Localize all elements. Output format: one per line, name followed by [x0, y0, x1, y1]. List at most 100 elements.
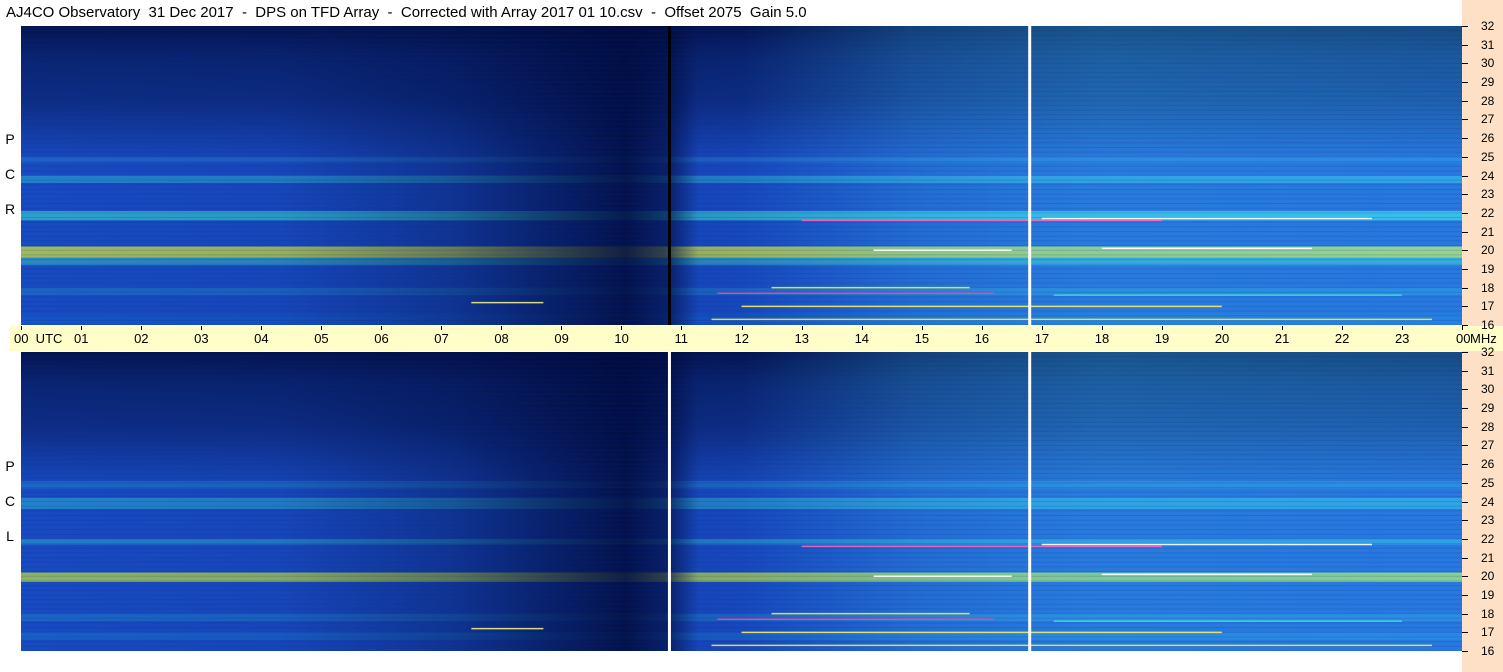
time-tick-mark [921, 326, 923, 330]
time-tick-label: 00 [1456, 331, 1471, 346]
time-tick-mark [1401, 326, 1403, 330]
frequency-tick-mark [1462, 138, 1468, 140]
time-tick-label: 02 [134, 331, 149, 346]
time-tick-label: 06 [374, 331, 389, 346]
frequency-tick-label: 30 [1481, 382, 1495, 397]
time-tick-label: 16 [974, 331, 990, 346]
frequency-tick-label: 29 [1481, 401, 1495, 416]
frequency-tick-mark [1462, 651, 1468, 652]
frequency-tick-mark [1462, 594, 1468, 596]
time-tick-label: 22 [1334, 331, 1350, 346]
time-tick-mark [741, 326, 743, 330]
time-tick-label: 03 [194, 331, 209, 346]
time-tick-mark [261, 326, 263, 330]
time-tick-mark [381, 326, 383, 330]
rcp-spectrogram-svg [21, 26, 1462, 325]
frequency-tick-mark [1462, 389, 1468, 391]
frequency-tick-label: 25 [1481, 475, 1495, 490]
polarization-letter: P [5, 458, 15, 474]
frequency-tick-label: 18 [1481, 606, 1495, 621]
time-tick-label: 12 [734, 331, 749, 346]
frequency-tick-mark [1462, 287, 1468, 289]
polarization-letter: R [4, 201, 16, 217]
frequency-tick-label: 32 [1481, 19, 1495, 33]
time-tick-label: 13 [794, 331, 809, 346]
frequency-tick-mark [1462, 268, 1468, 270]
frequency-tick-mark [1462, 44, 1468, 46]
time-tick-mark [561, 326, 563, 330]
chart-title: AJ4CO Observatory 31 Dec 2017 - DPS on T… [6, 4, 807, 21]
frequency-tick-label: 20 [1481, 569, 1495, 584]
frequency-tick-mark [1462, 464, 1468, 466]
time-tick-label: 11 [674, 331, 688, 346]
frequency-tick-label: 17 [1481, 625, 1495, 640]
time-tick-mark [1101, 326, 1103, 330]
time-tick-label: 17 [1034, 331, 1050, 346]
frequency-tick-label: 27 [1481, 112, 1495, 127]
frequency-tick-mark [1462, 632, 1468, 634]
time-tick-label: 04 [254, 331, 269, 346]
frequency-tick-mark [1462, 250, 1468, 252]
frequency-tick-mark [1462, 119, 1468, 121]
polarization-letter: C [4, 166, 16, 182]
frequency-axis-bottom [1462, 351, 1503, 672]
frequency-tick-mark [1462, 194, 1468, 196]
time-tick-label: 15 [914, 331, 930, 346]
frequency-tick-mark [1462, 613, 1468, 615]
frequency-tick-label: 19 [1481, 587, 1495, 602]
gap-marker [667, 352, 671, 651]
time-tick-mark [501, 326, 503, 330]
rcp-spectrogram [21, 26, 1462, 325]
frequency-unit-label: MHz [1470, 331, 1497, 346]
frequency-tick-mark [1462, 501, 1468, 503]
time-tick-mark [1041, 326, 1043, 330]
frequency-tick-mark [1462, 231, 1468, 233]
frequency-tick-mark [1462, 325, 1468, 326]
time-tick-label: 01 [74, 331, 89, 346]
frequency-tick-mark [1462, 538, 1468, 540]
time-tick-mark [801, 326, 803, 330]
frequency-tick-label: 28 [1481, 419, 1495, 434]
gap-marker [1028, 26, 1032, 325]
time-tick-mark [81, 326, 83, 330]
time-tick-label: 14 [854, 331, 870, 346]
frequency-tick-mark [1462, 212, 1468, 214]
lcp-spectrogram [21, 352, 1462, 651]
time-tick-label: 10 [614, 331, 629, 346]
frequency-tick-mark [1462, 576, 1468, 578]
frequency-tick-label: 23 [1481, 513, 1495, 528]
frequency-tick-label: 17 [1481, 299, 1495, 314]
time-tick-label: 09 [554, 331, 569, 346]
time-tick-mark [861, 326, 863, 330]
gap-marker [1028, 352, 1032, 651]
frequency-tick-mark [1462, 306, 1468, 308]
frequency-tick-label: 24 [1481, 494, 1495, 509]
time-tick-mark [681, 326, 683, 330]
time-tick-mark [201, 326, 203, 330]
gap-marker [667, 26, 671, 325]
frequency-tick-mark [1462, 156, 1468, 158]
time-tick-mark [1462, 326, 1463, 330]
time-tick-mark [981, 326, 983, 330]
time-tick-mark [1341, 326, 1343, 330]
frequency-tick-label: 26 [1481, 131, 1495, 146]
frequency-tick-label: 27 [1481, 438, 1495, 453]
frequency-tick-mark [1462, 426, 1468, 428]
frequency-tick-mark [1462, 352, 1468, 353]
frequency-tick-mark [1462, 175, 1468, 177]
frequency-tick-label: 24 [1481, 168, 1495, 183]
time-tick-mark [141, 326, 143, 330]
frequency-tick-mark [1462, 82, 1468, 84]
lcp-spectrogram-svg [21, 352, 1462, 651]
frequency-tick-label: 16 [1481, 644, 1495, 658]
time-tick-mark [1221, 326, 1223, 330]
frequency-tick-label: 32 [1481, 345, 1495, 359]
frequency-tick-label: 18 [1481, 280, 1495, 295]
time-tick-label: 20 [1214, 331, 1230, 346]
frequency-tick-label: 31 [1481, 37, 1495, 52]
time-tick-label: 23 [1394, 331, 1410, 346]
time-tick-mark [321, 326, 323, 330]
frequency-tick-label: 29 [1481, 75, 1495, 90]
frequency-tick-label: 16 [1481, 318, 1495, 332]
time-tick-label: 19 [1154, 331, 1170, 346]
